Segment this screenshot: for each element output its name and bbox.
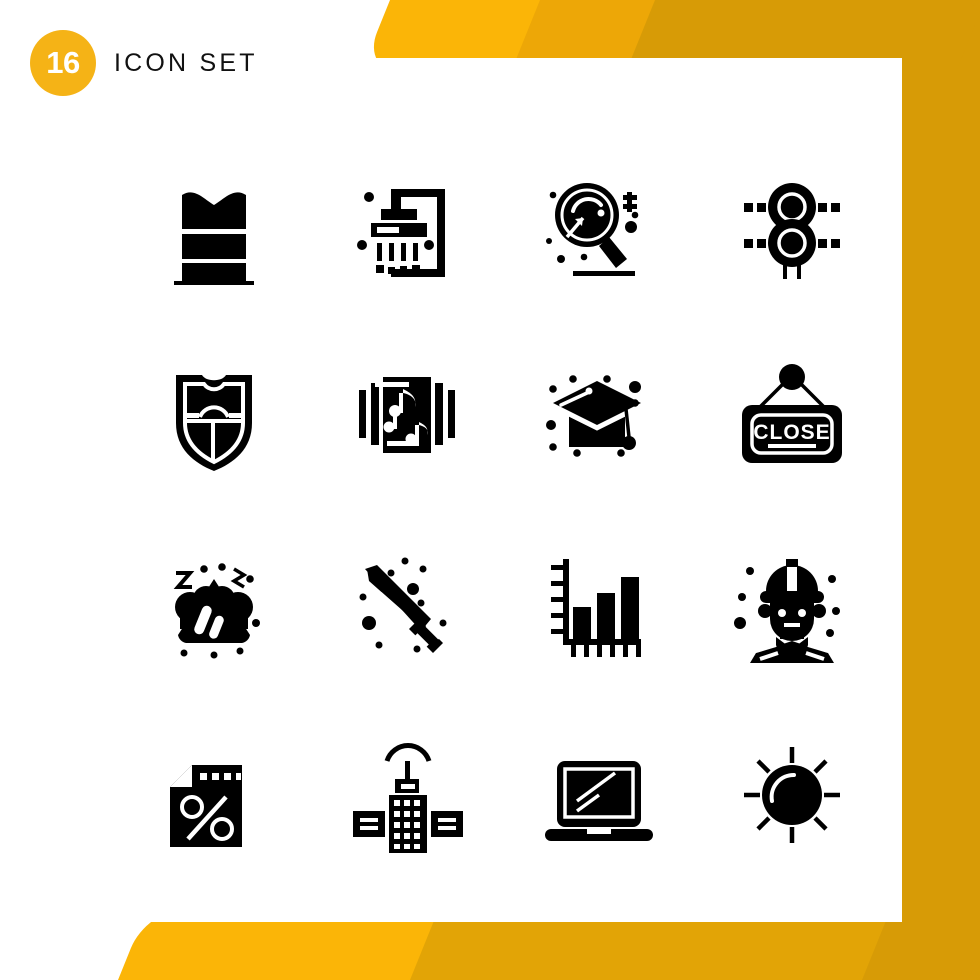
icon-cell-music-sheet[interactable] [311, 320, 504, 510]
icon-cell-traffic-signal[interactable] [696, 130, 889, 320]
bar-chart-icon [551, 559, 642, 657]
music-sheet-icon [358, 377, 455, 453]
page-title: Icon Set [114, 48, 258, 77]
discount-document-icon [170, 765, 243, 847]
icon-cell-sleep[interactable] [118, 510, 311, 700]
icon-cell-construction-worker[interactable] [696, 510, 889, 700]
graduation-cap-icon [546, 375, 642, 457]
construction-worker-icon [733, 559, 840, 663]
towel-stack-icon [174, 192, 255, 285]
close-sign-label: CLOSE [753, 421, 830, 444]
icon-cell-shower[interactable] [311, 130, 504, 320]
icon-cell-laptop[interactable] [503, 700, 696, 890]
icon-cell-towel-stack[interactable] [118, 130, 311, 320]
icon-cell-sun[interactable] [696, 700, 889, 890]
close-sign-icon: CLOSE [741, 364, 842, 463]
traffic-signal-icon [743, 183, 840, 279]
shield-crest-icon [176, 375, 253, 471]
laptop-icon [545, 761, 654, 841]
right-accent-band [902, 0, 980, 980]
icon-cell-hand-saw[interactable] [311, 510, 504, 700]
icon-count-badge: 16 [30, 30, 96, 96]
sun-icon [743, 747, 840, 843]
icon-cell-close-sign[interactable]: CLOSE [696, 320, 889, 510]
satellite-icon [352, 743, 463, 853]
icon-set-poster: 16 Icon Set [0, 0, 980, 980]
hand-saw-icon [359, 557, 447, 653]
icon-cell-graduation-cap[interactable] [503, 320, 696, 510]
icon-cell-search[interactable] [503, 130, 696, 320]
icon-cell-satellite[interactable] [311, 700, 504, 890]
magnifier-search-icon [546, 183, 639, 276]
poster-header: 16 Icon Set [30, 30, 258, 96]
icon-cell-bar-chart[interactable] [503, 510, 696, 700]
shower-icon [356, 189, 445, 277]
icon-cell-shield[interactable] [118, 320, 311, 510]
icon-cell-discount-document[interactable] [118, 700, 311, 890]
sleeping-mountain-icon [173, 563, 261, 659]
icon-grid: CLOSE [118, 130, 888, 890]
